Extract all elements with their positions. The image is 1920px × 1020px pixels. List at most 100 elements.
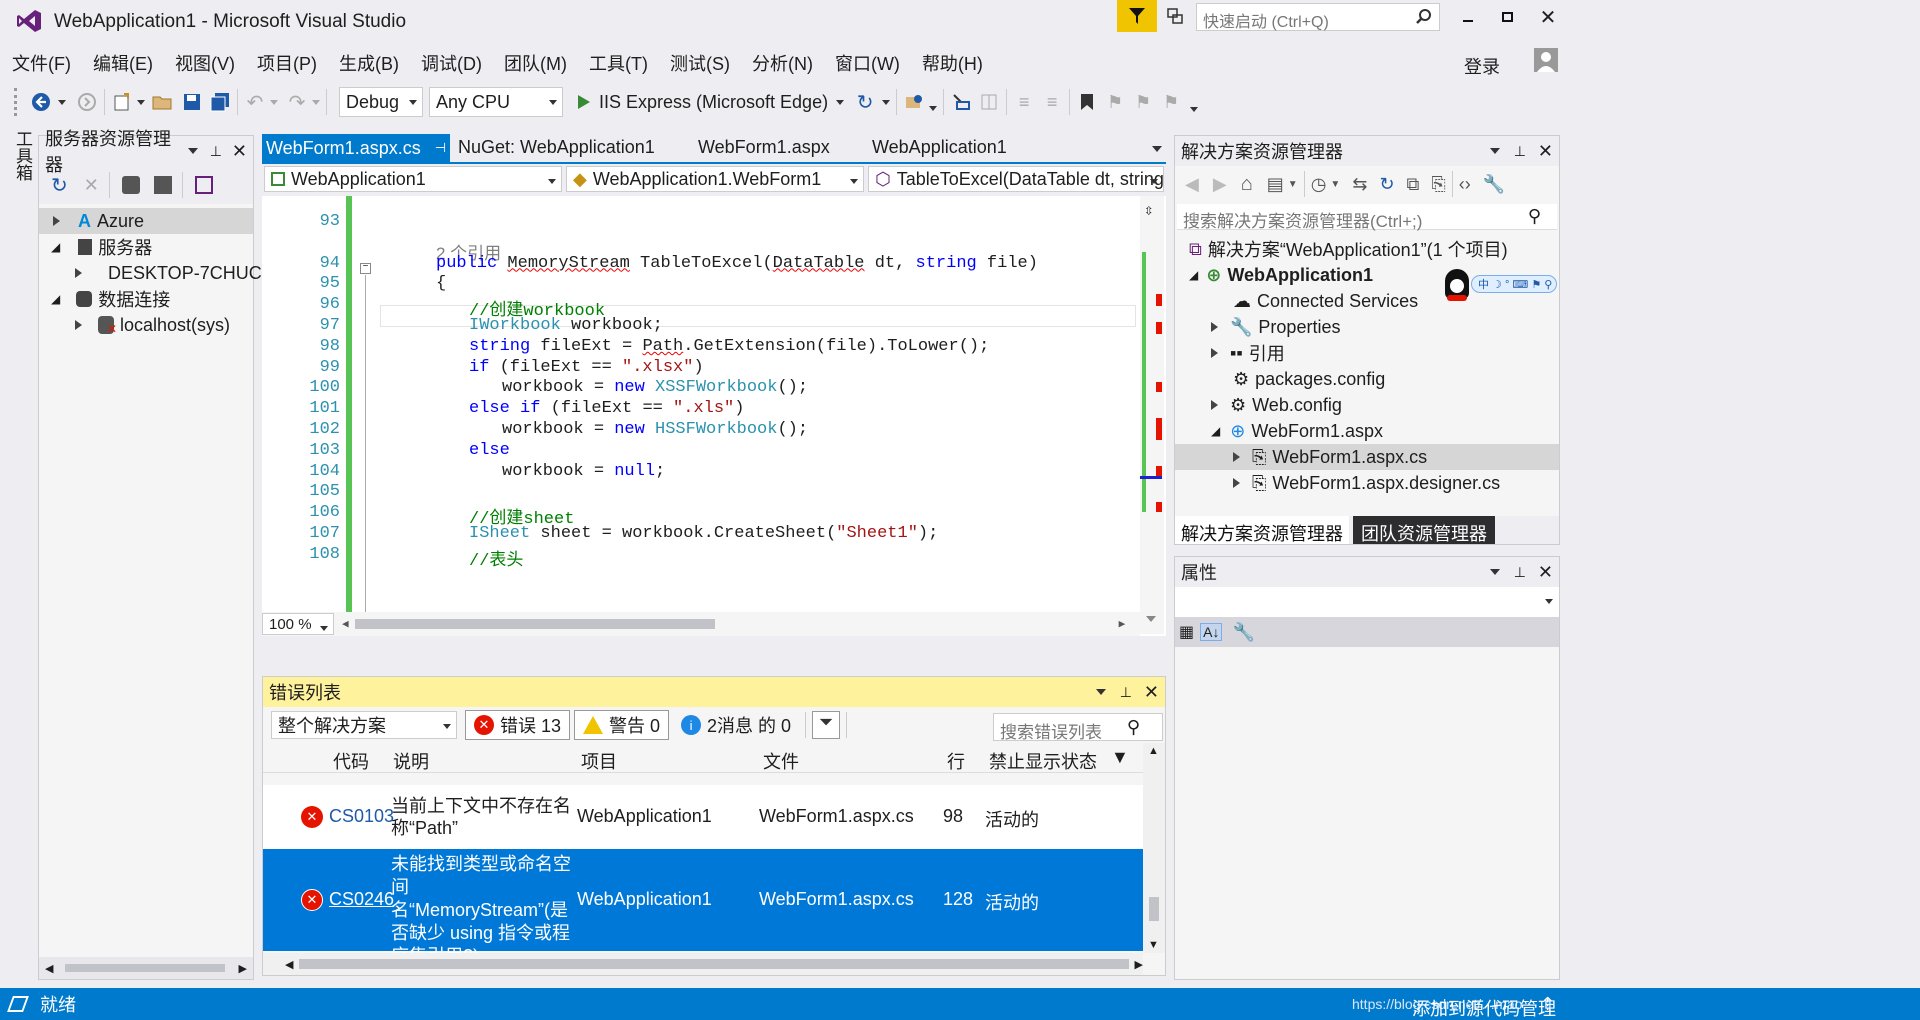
undo-icon[interactable]: ↶ <box>244 91 266 114</box>
tab-overflow-icon[interactable] <box>1152 146 1162 152</box>
comment-icon[interactable]: ≡ <box>1013 91 1035 113</box>
chevron-down-icon[interactable]: ▼ <box>1330 179 1340 190</box>
tree-item-data-connections[interactable]: ◢ 数据连接 <box>39 286 253 312</box>
alphabetical-icon[interactable]: A↓ <box>1200 623 1223 641</box>
close-panel-icon[interactable]: ✕ <box>232 141 247 162</box>
categorized-icon[interactable]: ▦ <box>1179 622 1194 642</box>
tree-item-azure[interactable]: A Azure <box>39 208 253 234</box>
connect-database-icon[interactable] <box>121 176 140 194</box>
prev-bookmark-icon[interactable]: ⚑ <box>1104 91 1126 113</box>
refresh-icon[interactable]: ↻ <box>51 173 68 198</box>
bookmark-icon[interactable] <box>1076 91 1098 113</box>
tree-item-properties[interactable]: 🔧 Properties <box>1175 314 1559 340</box>
refresh-icon[interactable]: ↻ <box>854 91 876 114</box>
tree-item-localhost[interactable]: ✕ localhost(sys) <box>39 312 253 338</box>
property-pages-icon[interactable]: 🔧 <box>1232 622 1254 643</box>
switch-views-icon[interactable]: ▤ <box>1267 174 1284 195</box>
qq-floating-toolbar[interactable]: 中 ☽ ° ⌨ ⚑ ⚲ <box>1445 266 1559 302</box>
member-nav-select[interactable]: ⬡TableToExcel(DataTable dt, string file) <box>868 166 1164 192</box>
error-code-link[interactable]: CS0246 <box>329 889 394 910</box>
warnings-filter-button[interactable]: 警告 0 <box>574 710 670 740</box>
forward-icon[interactable] <box>76 91 98 113</box>
tree-item-designer-cs[interactable]: ⎘ WebForm1.aspx.designer.cs <box>1175 470 1559 496</box>
chevron-down-icon[interactable] <box>836 99 845 105</box>
horizontal-scroll-thumb[interactable] <box>354 619 715 629</box>
ime-bar[interactable]: 中 ☽ ° ⌨ ⚑ ⚲ <box>1471 275 1557 293</box>
table-row[interactable]: ✕ CS0246 未能找到类型或命名空间名“MemoryStream”(是否缺少… <box>263 849 1143 966</box>
collapse-all-icon[interactable]: ⧉ <box>1407 174 1420 195</box>
back-icon[interactable] <box>30 91 52 113</box>
vertical-scrollbar[interactable]: ⇳ <box>1140 196 1164 634</box>
feedback-icon[interactable] <box>1162 4 1188 28</box>
play-icon[interactable] <box>575 91 593 113</box>
close-panel-icon[interactable]: ✕ <box>1144 682 1159 703</box>
chevron-down-icon[interactable] <box>58 99 66 105</box>
panel-menu-icon[interactable] <box>187 148 198 154</box>
next-bookmark-icon[interactable]: ⚑ <box>1132 91 1154 113</box>
table-row[interactable]: ✕ CS0103 当前上下文中不存在名称“Path” WebApplicatio… <box>263 785 1143 849</box>
home-icon[interactable]: ⌂ <box>1241 173 1253 196</box>
errors-filter-button[interactable]: ✕ 错误 13 <box>465 710 571 740</box>
pin-icon[interactable]: ⊣ <box>435 140 446 156</box>
menu-analyze[interactable]: 分析(N) <box>752 50 813 76</box>
filter-notification-icon[interactable] <box>1117 0 1157 32</box>
minimize-button[interactable] <box>1455 8 1485 32</box>
add-to-source-control[interactable]: 添加到源代码管理 <box>1412 995 1556 1020</box>
tree-item-servers[interactable]: ◢ 服务器 <box>39 234 253 260</box>
object-selector[interactable] <box>1175 587 1559 617</box>
chevron-down-icon[interactable] <box>929 105 938 111</box>
tree-item-desktop[interactable]: DESKTOP-7CHUC8 <box>39 260 272 286</box>
menu-file[interactable]: 文件(F) <box>12 50 71 76</box>
solution-search-input[interactable]: 搜索解决方案资源管理器(Ctrl+;) ⚲ <box>1177 204 1557 231</box>
close-panel-icon[interactable]: ✕ <box>1538 562 1553 583</box>
scope-select[interactable]: 整个解决方案 <box>271 711 457 739</box>
sharepoint-icon[interactable] <box>194 176 213 194</box>
col-line[interactable]: 行 <box>947 748 965 774</box>
menu-view[interactable]: 视图(V) <box>175 50 235 76</box>
col-project[interactable]: 项目 <box>581 748 617 774</box>
new-project-icon[interactable] <box>111 91 133 113</box>
outline-collapse-icon[interactable]: − <box>360 263 371 274</box>
tree-item-web-config[interactable]: ⚙ Web.config <box>1175 392 1559 418</box>
tree-item-solution[interactable]: ⧉ 解决方案“WebApplication1”(1 个项目) <box>1175 236 1559 262</box>
panel-menu-icon[interactable] <box>1489 569 1500 575</box>
menu-edit[interactable]: 编辑(E) <box>93 50 153 76</box>
col-file[interactable]: 文件 <box>763 748 799 774</box>
save-icon[interactable] <box>181 91 203 113</box>
chevron-down-icon[interactable] <box>312 99 320 105</box>
panel-menu-icon[interactable] <box>1095 689 1106 695</box>
forward-icon[interactable]: ▶ <box>1213 174 1227 195</box>
column-filter-icon[interactable]: ▼ <box>1111 747 1129 768</box>
redo-icon[interactable]: ↷ <box>286 91 308 114</box>
menu-test[interactable]: 测试(S) <box>670 50 730 76</box>
messages-filter-button[interactable]: i 2消息 的 0 <box>673 710 799 740</box>
quick-launch-input[interactable]: 快速启动 (Ctrl+Q) <box>1196 3 1440 31</box>
tree-item-webform1-aspx-cs[interactable]: ⎘ WebForm1.aspx.cs <box>1175 444 1559 470</box>
refresh-icon[interactable]: ↻ <box>1379 174 1394 195</box>
tree-item-references[interactable]: ▪▪ 引用 <box>1175 340 1559 366</box>
error-code-link[interactable]: CS0103 <box>329 806 394 827</box>
toolbox-tab-label[interactable]: 工具箱 <box>10 130 35 181</box>
clear-bookmarks-icon[interactable]: ⚑ <box>1160 91 1182 113</box>
menu-team[interactable]: 团队(M) <box>504 50 567 76</box>
chevron-down-icon[interactable] <box>137 99 145 105</box>
uncomment-icon[interactable]: ≡ <box>1041 91 1063 113</box>
toolbar-overflow-icon[interactable] <box>1190 106 1199 112</box>
panel-menu-icon[interactable] <box>1489 148 1500 154</box>
code-editor[interactable]: − 2 个引用 93 94 public MemoryStream TableToEx… <box>262 196 1166 636</box>
menu-help[interactable]: 帮助(H) <box>922 50 983 76</box>
menu-project[interactable]: 项目(P) <box>257 50 317 76</box>
col-description[interactable]: 说明 <box>393 748 429 774</box>
copy-icon[interactable]: ⎘ <box>1431 174 1445 195</box>
pending-changes-icon[interactable]: ◷ <box>1311 174 1327 195</box>
login-link[interactable]: 登录 <box>1464 53 1500 79</box>
class-nav-select[interactable]: ◆ WebApplication1.WebForm1 <box>566 166 864 192</box>
pin-icon[interactable]: ⊥ <box>1514 564 1526 581</box>
restore-button[interactable] <box>1494 8 1524 32</box>
back-icon[interactable]: ◀ <box>1185 174 1199 195</box>
save-all-icon[interactable] <box>209 91 231 113</box>
chevron-down-icon[interactable]: ▼ <box>1288 179 1298 190</box>
toolbox-strip[interactable]: 工具箱 <box>0 126 36 986</box>
tab-webapplication1[interactable]: WebApplication1 <box>872 137 1007 158</box>
tree-item-packages-config[interactable]: ⚙ packages.config <box>1175 366 1559 392</box>
